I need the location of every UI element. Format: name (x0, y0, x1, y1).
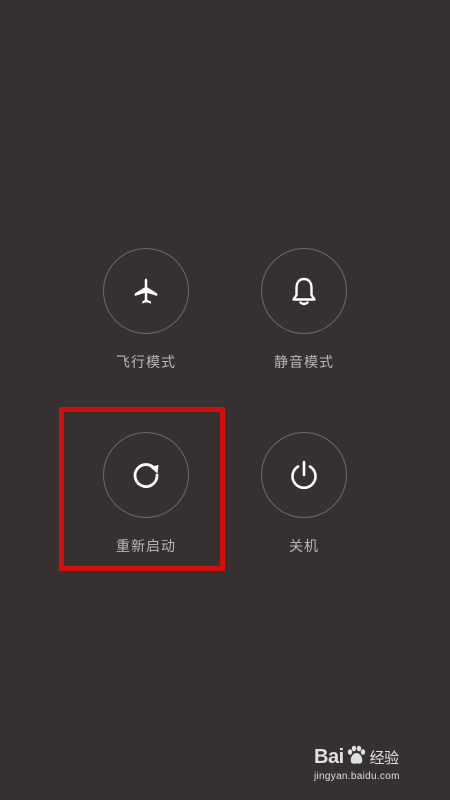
power-menu: 飞行模式 静音模式 重新启动 关机 (0, 0, 450, 800)
watermark-brand: Bai 经验 (314, 744, 399, 769)
silent-mode-label: 静音模式 (274, 355, 334, 371)
silent-mode-circle[interactable] (261, 248, 347, 334)
power-off-label: 关机 (289, 539, 319, 555)
bell-icon (292, 277, 316, 306)
highlight-box (59, 407, 225, 571)
watermark-brand-left: Bai (314, 746, 344, 768)
watermark-brand-right: 经验 (369, 750, 400, 767)
airplane-icon (134, 278, 158, 304)
airplane-mode-label: 飞行模式 (116, 355, 176, 371)
paw-icon (347, 745, 365, 764)
power-off-button[interactable]: 关机 (239, 432, 369, 572)
watermark-domain: jingyan.baidu.com (314, 771, 400, 782)
power-icon (291, 460, 317, 490)
silent-mode-button[interactable]: 静音模式 (239, 248, 369, 388)
airplane-mode-circle[interactable] (103, 248, 189, 334)
power-off-circle[interactable] (261, 432, 347, 518)
baidu-jingyan-watermark: Bai 经验 jingyan.baidu.com (312, 738, 422, 788)
airplane-mode-button[interactable]: 飞行模式 (81, 248, 211, 388)
